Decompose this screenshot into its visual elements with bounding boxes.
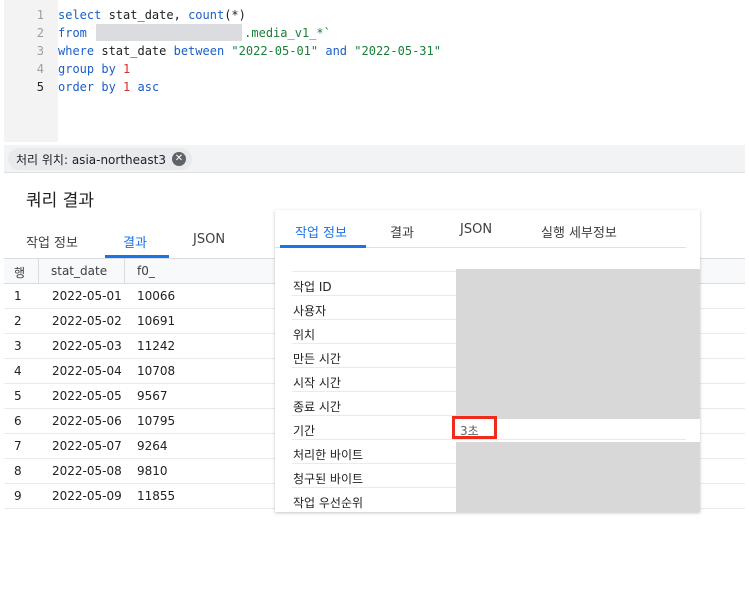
tab-job-info[interactable]: 작업 정보 [26,232,78,251]
tab-job-info[interactable]: 작업 정보 [295,222,347,241]
stat-date-cell: 2022-05-04 [52,364,122,378]
row-number-cell: 1 [14,289,22,303]
processing-location-label: 처리 위치: asia-northeast3 [16,152,166,167]
f0-cell: 10708 [137,364,176,378]
redacted-table-name [96,24,243,41]
code-token: 1 [123,62,131,76]
stat-date-cell: 2022-05-07 [52,439,122,453]
job-info-tabs: 작업 정보 결과 JSON 실행 세부정보 [275,210,686,248]
row-number-cell: 4 [14,364,22,378]
row-number-cell: 3 [14,339,22,353]
active-tab-indicator [105,255,169,258]
active-tab-indicator [280,245,366,248]
code-token: asc [137,80,160,94]
code-text: order by 1 asc [58,78,159,96]
code-token: stat_date [94,44,174,58]
tab-results[interactable]: 결과 [123,232,147,251]
job-info-label: 작업 우선순위 [293,496,364,510]
f0-cell: 10691 [137,314,176,328]
column-header-stat-date[interactable]: stat_date [38,259,107,284]
code-text: from .media_v1_*` [58,24,331,42]
code-line[interactable]: 2 from .media_v1_*` [4,24,745,42]
row-number-cell: 8 [14,464,22,478]
stat-date-cell: 2022-05-01 [52,289,122,303]
stat-date-cell: 2022-05-03 [52,339,122,353]
duration-highlight-box [452,416,497,439]
tab-json[interactable]: JSON [460,222,492,237]
processing-location-chip[interactable]: 처리 위치: asia-northeast3 ✕ [8,148,192,170]
line-number: 2 [36,26,44,40]
f0-cell: 11855 [137,489,176,503]
line-number: 1 [36,8,44,22]
query-settings-bar: 처리 위치: asia-northeast3 ✕ [4,145,745,173]
redacted-values-bottom [456,442,700,512]
code-line[interactable]: 4 group by 1 [4,60,745,78]
job-info-label: 기간 [293,424,316,438]
code-token: select [58,8,102,22]
job-info-label: 사용자 [293,304,327,318]
line-number: 3 [36,44,44,58]
job-info-label: 작업 ID [293,280,332,294]
column-header-f0[interactable]: f0_ [124,259,155,284]
code-token: (*) [224,8,246,22]
row-number-cell: 6 [14,414,22,428]
code-token: .media_v1_*` [244,26,331,40]
row-number-cell: 7 [14,439,22,453]
code-token: between [173,44,225,58]
row-number-cell: 2 [14,314,22,328]
job-info-panel: 작업 정보 결과 JSON 실행 세부정보 작업 ID 사용자위치만든 시간시작 … [275,210,700,512]
f0-cell: 10066 [137,289,176,303]
stat-date-cell: 2022-05-02 [52,314,122,328]
code-token: count [188,8,225,22]
sql-editor[interactable]: 1 select stat_date, count(*) 2 from .media_… [4,0,745,142]
stat-date-cell: 2022-05-05 [52,389,122,403]
stat-date-cell: 2022-05-06 [52,414,122,428]
row-number-cell: 5 [14,389,22,403]
stat-date-cell: 2022-05-08 [52,464,122,478]
code-text: where stat_date between "2022-05-01" and… [58,42,441,60]
f0-cell: 9810 [137,464,168,478]
f0-cell: 9264 [137,439,168,453]
tab-json[interactable]: JSON [193,232,225,247]
tab-results[interactable]: 결과 [390,222,414,241]
close-icon[interactable]: ✕ [171,152,186,166]
stat-date-cell: 2022-05-09 [52,489,122,503]
job-info-label: 처리한 바이트 [293,448,364,462]
redacted-values-top [456,269,700,419]
job-info-label: 청구된 바이트 [293,472,364,486]
code-token: where [58,44,95,58]
code-token: order by [58,80,116,94]
f0-cell: 11242 [137,339,176,353]
code-text: select stat_date, count(*) [58,6,246,24]
tab-execution-details[interactable]: 실행 세부정보 [541,222,617,241]
column-header-row[interactable]: 행 [14,264,25,281]
code-text: group by 1 [58,60,130,78]
code-token: stat_date, [101,8,189,22]
code-token: group by [58,62,116,76]
code-token: and [325,44,348,58]
code-token: "2022-05-01" [231,44,319,58]
f0-cell: 10795 [137,414,176,428]
row-number-cell: 9 [14,489,22,503]
job-info-label: 종료 시간 [293,400,341,414]
code-token: from [58,26,87,40]
code-line[interactable]: 3 where stat_date between "2022-05-01" an… [4,42,745,60]
job-info-label: 시작 시간 [293,376,341,390]
code-token: "2022-05-31" [354,44,441,58]
results-title: 쿼리 결과 [26,191,94,211]
f0-cell: 9567 [137,389,168,403]
line-number: 4 [36,62,44,76]
code-line[interactable]: 1 select stat_date, count(*) [4,6,745,24]
job-info-label: 위치 [293,328,316,342]
line-number: 5 [36,80,44,94]
job-info-label: 만든 시간 [293,352,341,366]
code-line[interactable]: 5 order by 1 asc [4,78,745,96]
